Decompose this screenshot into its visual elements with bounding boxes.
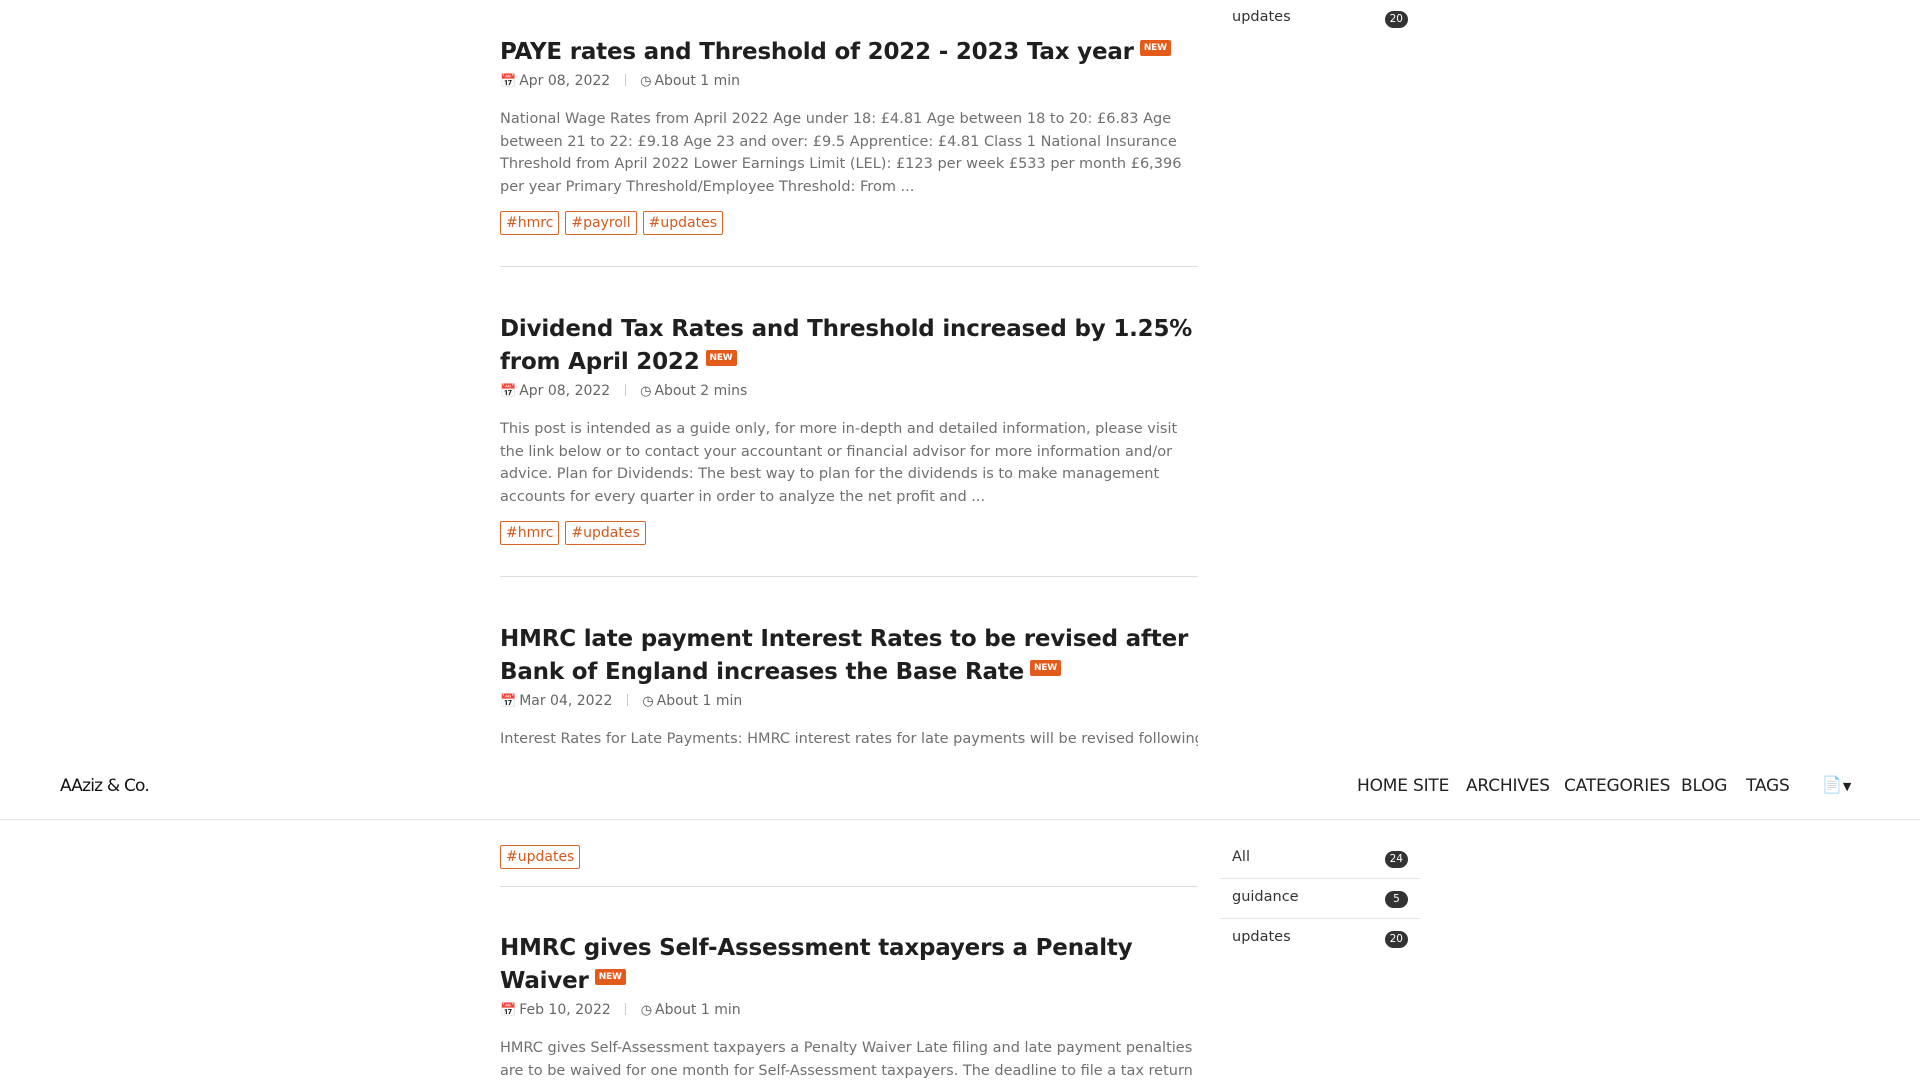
category-label: guidance [1232,889,1299,905]
category-item-updates[interactable]: updates 20 [1220,0,1420,38]
translate-icon: 📄 [1822,775,1842,794]
nav-tags[interactable]: TAGS [1746,776,1790,796]
post-title[interactable]: HMRC gives Self-Assessment taxpayers a P… [500,932,1198,998]
post-date: Feb 10, 2022 [519,1002,611,1018]
post-title-text[interactable]: HMRC late payment Interest Rates to be r… [500,626,1188,685]
post-meta: 📅 Mar 04, 2022 ◷ About 1 min [500,691,1198,712]
nav-categories[interactable]: CATEGORIES [1564,776,1670,796]
clock-icon: ◷ [642,694,654,709]
meta-divider [625,1003,627,1015]
brand-logo[interactable]: AAziz & Co. [60,776,150,796]
category-label: updates [1232,929,1291,945]
post-title-text[interactable]: Dividend Tax Rates and Threshold increas… [500,316,1192,375]
category-item-guidance[interactable]: guidance 5 [1220,879,1420,919]
category-count-badge: 5 [1385,891,1408,908]
post-title[interactable]: Dividend Tax Rates and Threshold increas… [500,313,1198,379]
category-item-updates[interactable]: updates 20 [1220,919,1420,958]
new-badge: NEW [594,969,626,985]
post-title-text[interactable]: HMRC gives Self-Assessment taxpayers a P… [500,935,1133,994]
calendar-icon: 📅 [500,1003,517,1018]
post-excerpt: National Wage Rates from April 2022 Age … [500,111,1182,195]
post-excerpt: HMRC gives Self-Assessment taxpayers a P… [500,1040,1193,1079]
calendar-icon: 📅 [500,74,517,89]
language-dropdown[interactable]: 📄▼ [1822,775,1851,794]
nav-home-site[interactable]: HOME SITE [1357,776,1449,796]
new-badge: NEW [1139,40,1171,56]
tag-link[interactable]: #updates [500,845,581,869]
clock-icon: ◷ [640,1003,653,1018]
category-count-badge: 20 [1384,931,1408,948]
clock-icon: ◷ [640,74,652,89]
clock-icon: ◷ [640,384,652,399]
caret-down-icon: ▼ [1842,780,1852,793]
category-count-badge: 24 [1384,851,1408,868]
post-excerpt: Interest Rates for Late Payments: HMRC i… [500,731,1198,747]
post-read-time: About 1 min [654,73,741,89]
calendar-icon: 📅 [500,694,517,709]
post-date: Apr 08, 2022 [519,383,611,399]
post-date: Mar 04, 2022 [519,693,613,709]
meta-divider [624,384,626,396]
calendar-icon: 📅 [500,384,517,399]
tag-link[interactable]: #hmrc [500,211,560,235]
post-title[interactable]: PAYE rates and Threshold of 2022 - 2023 … [500,36,1198,69]
category-item-all[interactable]: All 24 [1220,839,1420,879]
post-divider [500,576,1198,577]
post-date: Apr 08, 2022 [519,73,611,89]
category-label: updates [1232,9,1291,25]
post-item: PAYE rates and Threshold of 2022 - 2023 … [500,36,1198,237]
post-title[interactable]: HMRC late payment Interest Rates to be r… [500,623,1198,689]
post-excerpt: This post is intended as a guide only, f… [500,421,1178,505]
post-item: HMRC late payment Interest Rates to be r… [500,623,1198,751]
tag-link[interactable]: #payroll [565,211,637,235]
post-meta: 📅 Feb 10, 2022 ◷ About 1 min [500,1000,1198,1021]
tag-link[interactable]: #hmrc [500,521,560,545]
post-meta: 📅 Apr 08, 2022 ◷ About 2 mins [500,381,1198,402]
category-count-badge: 20 [1384,11,1408,28]
post-tags: #hmrc #updates [500,521,1198,547]
post-divider [500,266,1198,267]
new-badge: NEW [1030,660,1062,676]
new-badge: NEW [705,350,737,366]
meta-divider [626,694,628,706]
post-item: Dividend Tax Rates and Threshold increas… [500,313,1198,547]
category-label: All [1232,849,1250,865]
nav-blog[interactable]: BLOG [1681,776,1727,796]
tag-link[interactable]: #updates [642,211,724,235]
post-read-time: About 1 min [656,693,743,709]
post-read-time: About 1 min [655,1002,741,1018]
post-title-text[interactable]: PAYE rates and Threshold of 2022 - 2023 … [500,39,1134,65]
post-item: HMRC gives Self-Assessment taxpayers a P… [500,932,1198,1080]
post-divider [500,886,1198,887]
post-meta: 📅 Apr 08, 2022 ◷ About 1 min [500,71,1198,92]
post-tags: #hmrc #payroll #updates [500,211,1198,237]
meta-divider [624,74,626,86]
nav-archives[interactable]: ARCHIVES [1466,776,1550,796]
tag-link[interactable]: #updates [565,521,646,545]
post-tags: #updates [500,845,586,871]
top-navbar: AAziz & Co. HOME SITE ARCHIVES CATEGORIE… [0,760,1920,820]
post-read-time: About 2 mins [654,383,748,399]
